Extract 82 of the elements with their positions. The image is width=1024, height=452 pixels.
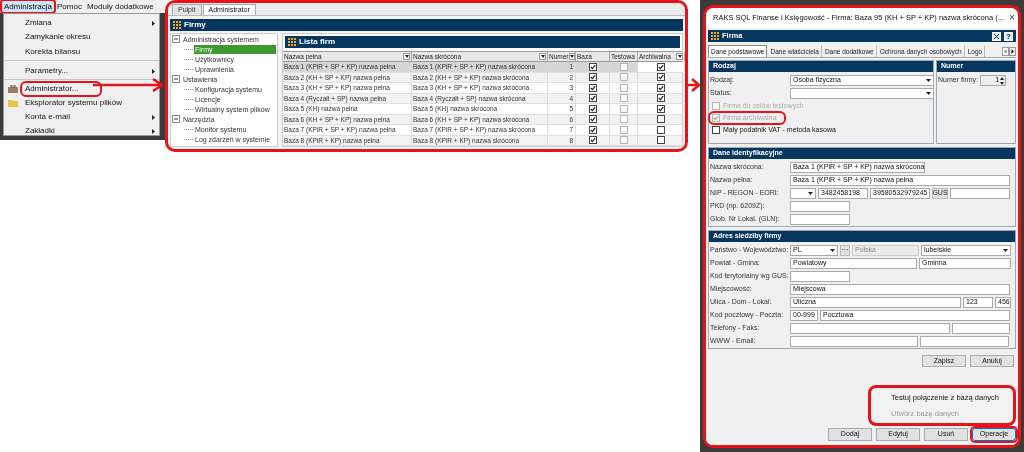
grid-icon	[288, 38, 296, 46]
input-field[interactable]	[790, 323, 950, 334]
filter-dropdown-icon[interactable]	[676, 53, 683, 60]
checkbox[interactable]	[619, 136, 628, 145]
input-field[interactable]	[790, 214, 850, 225]
dropdown-field[interactable]	[790, 188, 816, 199]
checkbox[interactable]	[657, 94, 665, 103]
input-field[interactable]	[952, 323, 1010, 334]
grid-icon	[711, 32, 719, 40]
filter-dropdown-icon[interactable]	[539, 53, 546, 60]
menu-item-label: Eksplorator systemu plików	[24, 97, 123, 109]
collapse-icon[interactable]	[172, 115, 180, 123]
menu-item[interactable]: Administrator...	[4, 82, 159, 96]
folder-icon	[8, 99, 18, 107]
menu-item[interactable]: Konta e-mail	[4, 110, 159, 124]
checkbox[interactable]	[657, 73, 665, 82]
input-field[interactable]	[790, 271, 850, 282]
menu-item-label: Korekta bilansu	[24, 46, 82, 58]
dropdown-arrow-icon	[926, 79, 931, 82]
collapse-icon[interactable]	[172, 35, 180, 43]
checkbox[interactable]	[619, 73, 628, 82]
checkbox[interactable]	[588, 104, 597, 113]
checkbox[interactable]	[619, 62, 628, 71]
dropdown-arrow-icon	[926, 92, 931, 95]
dropdown-field[interactable]	[790, 88, 934, 99]
menu-item-label: Konta e-mail	[24, 111, 71, 123]
checkbox[interactable]	[657, 62, 665, 71]
input-field[interactable]	[920, 336, 1009, 347]
menu-item-label: Parametry...	[24, 65, 69, 77]
checkbox[interactable]	[588, 73, 597, 82]
menu-item[interactable]: Zamykanie okresu	[4, 30, 159, 44]
dropdown-arrow-icon	[1003, 249, 1008, 252]
checkbox[interactable]	[619, 104, 628, 113]
checkbox[interactable]	[588, 83, 597, 92]
input-field[interactable]	[950, 188, 1010, 199]
restore-icon[interactable]	[992, 31, 1001, 41]
input-field[interactable]	[790, 201, 850, 212]
menu-bar-item[interactable]: Administracja	[2, 1, 54, 12]
grid-icon	[173, 21, 181, 29]
menu-item[interactable]: Zakładki	[4, 124, 159, 138]
submenu-arrow-icon	[152, 68, 155, 74]
menu-item[interactable]: Korekta bilansu	[4, 44, 159, 61]
checkbox[interactable]	[619, 94, 628, 103]
checkbox[interactable]	[588, 136, 597, 145]
checkbox[interactable]	[588, 125, 597, 134]
checkbox[interactable]	[588, 115, 597, 124]
checkbox[interactable]	[619, 115, 628, 124]
submenu-arrow-icon	[152, 114, 155, 120]
submenu-arrow-icon	[152, 20, 155, 26]
checkbox[interactable]	[588, 94, 597, 103]
checkbox[interactable]	[712, 126, 720, 134]
annotation-arrow	[93, 78, 165, 92]
submenu-arrow-icon	[152, 128, 155, 134]
menu-item-label: Zamykanie okresu	[24, 31, 92, 43]
menu-item[interactable]: Eksplorator systemu plików	[4, 96, 159, 110]
list-title: Lista firm	[299, 36, 335, 48]
checkbox[interactable]	[657, 115, 665, 124]
collapse-icon[interactable]	[172, 75, 180, 83]
menu-item[interactable]: Zmiana	[4, 16, 159, 30]
checkbox[interactable]	[619, 83, 628, 92]
panel-title: Firmy	[184, 19, 206, 31]
checkbox[interactable]	[657, 136, 665, 145]
checkbox[interactable]	[657, 104, 665, 113]
input-field[interactable]	[790, 336, 918, 347]
toolbox-icon	[8, 85, 18, 93]
checkbox[interactable]	[657, 125, 665, 134]
dropdown-arrow-icon	[808, 192, 813, 195]
spinner-arrows-icon[interactable]	[1000, 76, 1005, 85]
menu-item-label: Zmiana	[24, 17, 53, 29]
menu-item-label: Zakładki	[24, 125, 56, 137]
checkbox[interactable]	[657, 83, 665, 92]
menu-item-label: Administrator...	[22, 83, 101, 95]
dropdown-arrow-icon	[830, 249, 835, 252]
checkbox[interactable]	[588, 62, 597, 71]
close-button[interactable]: ×	[1006, 13, 1017, 23]
filter-dropdown-icon[interactable]	[568, 53, 575, 60]
menu-bar-item[interactable]: Moduły dodatkowe	[84, 1, 156, 12]
menu-item[interactable]: Parametry...	[4, 63, 159, 80]
scroll-right-icon[interactable]	[1009, 47, 1016, 56]
filter-dropdown-icon[interactable]	[403, 53, 410, 60]
checkbox[interactable]	[619, 125, 628, 134]
menu-bar-item[interactable]: Pomoc	[55, 1, 84, 12]
